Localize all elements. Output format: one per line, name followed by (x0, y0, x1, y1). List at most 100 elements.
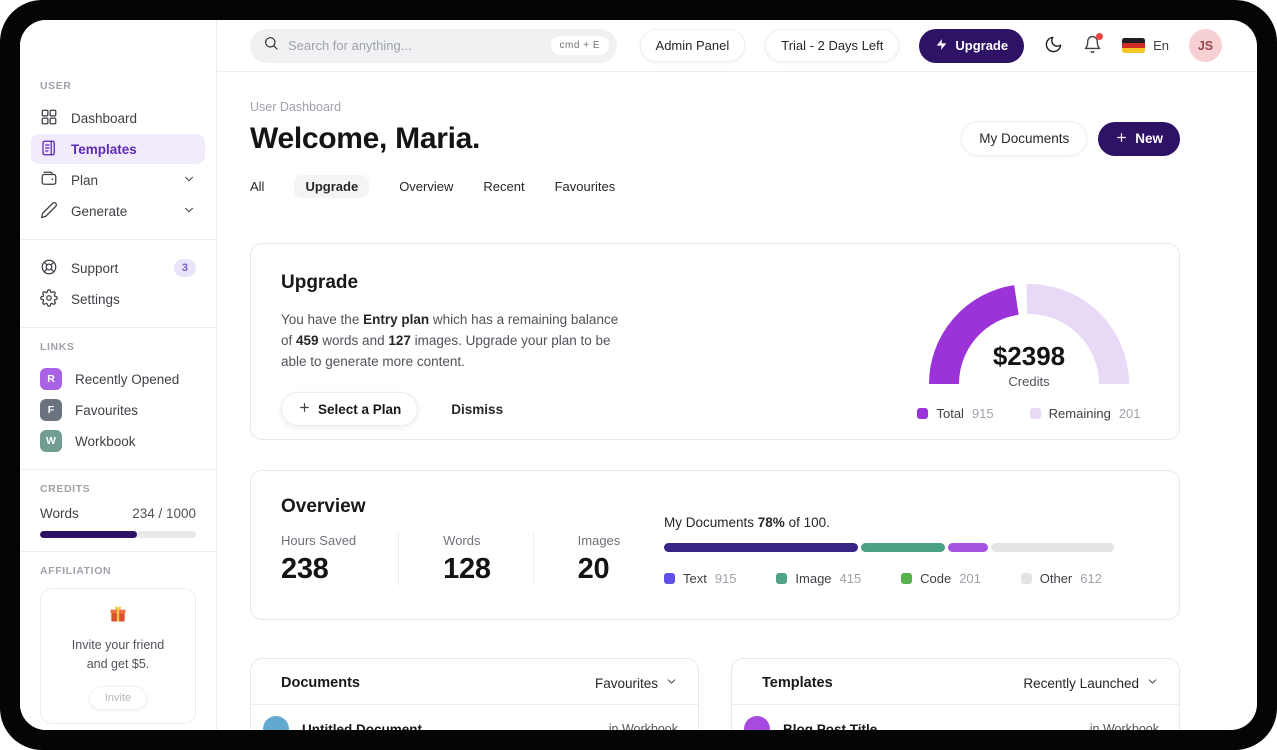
search-input[interactable] (288, 38, 542, 53)
new-button[interactable]: New (1098, 121, 1180, 156)
links-section-label: LINKS (40, 341, 75, 353)
sidebar-item-generate[interactable]: Generate (31, 196, 205, 226)
sidebar-link-workbook[interactable]: W Workbook (31, 426, 205, 456)
upgrade-card: Upgrade You have the Entry plan which ha… (250, 243, 1180, 440)
sidebar-item-label: Dashboard (71, 110, 138, 126)
gauge-value: $2398 (992, 341, 1066, 371)
gear-icon (40, 288, 58, 310)
credits-section-label: CREDITS (40, 483, 91, 495)
credits-gauge: $2398 Credits Total 915 Remaining 201 (917, 272, 1141, 439)
lifebuoy-icon (40, 258, 58, 279)
sidebar-divider (20, 469, 216, 470)
sidebar-item-settings[interactable]: Settings (31, 284, 205, 314)
dark-mode-toggle[interactable] (1044, 35, 1063, 57)
germany-flag-icon (1122, 38, 1146, 53)
tab-favourites[interactable]: Favourites (555, 175, 616, 198)
plus-icon (1115, 131, 1128, 147)
stat-words: Words 128 (398, 533, 533, 586)
credits-progress-fill (40, 531, 137, 538)
select-plan-button[interactable]: Select a Plan (281, 392, 419, 427)
sidebar-item-label: Support (71, 260, 119, 276)
legend-image: Image 415 (776, 571, 861, 586)
credits-words-value: 234 / 1000 (132, 506, 196, 521)
bar-segment-other (990, 543, 1115, 552)
tab-recent[interactable]: Recent (483, 175, 524, 198)
legend-other: Other 612 (1020, 571, 1102, 586)
template-row[interactable]: Blog Post Title in Workbook (732, 705, 1179, 730)
document-avatar (263, 716, 289, 730)
search-bar[interactable]: cmd + E (250, 28, 617, 63)
sidebar-divider (20, 327, 216, 328)
sidebar-item-label: Settings (71, 291, 120, 307)
user-avatar[interactable]: JS (1189, 29, 1222, 62)
credits-words-label: Words (40, 506, 79, 521)
legend-dot (1020, 573, 1032, 584)
template-location: in Workbook (1089, 722, 1159, 730)
breadcrumb: User Dashboard (250, 100, 342, 114)
legend-dot (917, 408, 929, 419)
legend-dot (1029, 408, 1041, 419)
gift-icon (108, 606, 128, 628)
page-content: User Dashboard Welcome, Maria. My Docume… (217, 72, 1257, 730)
upgrade-button[interactable]: Upgrade (919, 28, 1025, 63)
filter-tabs: All Upgrade Overview Recent Favourites (250, 175, 1180, 198)
tab-overview[interactable]: Overview (399, 175, 453, 198)
notifications-button[interactable] (1083, 32, 1104, 57)
legend-dot (901, 573, 913, 584)
legend-code: Code 201 (901, 571, 981, 586)
upgrade-card-title: Upgrade (281, 272, 359, 293)
documents-progress-label: My Documents 78% of 100. (664, 515, 830, 530)
moon-icon (1044, 35, 1063, 57)
new-button-label: New (1135, 131, 1163, 146)
plus-icon (298, 401, 311, 417)
trial-status-badge[interactable]: Trial - 2 Days Left (765, 29, 900, 62)
my-documents-button[interactable]: My Documents (961, 121, 1088, 156)
language-label: En (1153, 38, 1169, 53)
tab-upgrade[interactable]: Upgrade (294, 175, 370, 198)
user-section-label: USER (40, 80, 72, 92)
documents-progress: My Documents 78% of 100. Text 915 Image 41… (664, 496, 1115, 619)
chevron-down-icon (182, 203, 196, 220)
sidebar-item-support[interactable]: Support 3 (31, 253, 205, 283)
tab-all[interactable]: All (250, 175, 264, 198)
search-shortcut-badge: cmd + E (550, 36, 609, 55)
window-frame: USER Dashboard Templates Plan Generate S… (0, 0, 1277, 750)
zap-icon (935, 38, 948, 54)
overview-card-title: Overview (281, 496, 366, 517)
stat-images: Images 20 (532, 533, 663, 586)
sidebar-divider (20, 239, 216, 240)
affiliation-text-line1: Invite your friend (71, 638, 165, 652)
documents-card-title: Documents (281, 675, 360, 691)
upgrade-card-text: You have the Entry plan which has a rema… (281, 312, 619, 370)
admin-panel-button[interactable]: Admin Panel (639, 29, 746, 62)
template-avatar (744, 716, 770, 730)
chevron-down-icon (665, 675, 678, 691)
templates-filter-dropdown[interactable]: Recently Launched (1023, 675, 1159, 691)
sidebar-item-dashboard[interactable]: Dashboard (31, 103, 205, 133)
stat-hours-saved: Hours Saved 238 (281, 533, 357, 585)
affiliation-section-label: AFFILIATION (40, 565, 112, 577)
documents-filter-dropdown[interactable]: Favourites (595, 675, 678, 691)
bar-segment-image (861, 543, 945, 552)
template-title: Blog Post Title (783, 721, 878, 731)
credits-progress-track (40, 531, 196, 538)
legend-dot (776, 573, 788, 584)
templates-card-title: Templates (762, 675, 833, 691)
wallet-icon (40, 170, 58, 191)
page-title: Welcome, Maria. (250, 121, 481, 155)
app-window: USER Dashboard Templates Plan Generate S… (20, 20, 1257, 730)
sidebar-item-templates[interactable]: Templates (31, 134, 205, 164)
dismiss-button[interactable]: Dismiss (451, 402, 503, 417)
sidebar-link-favourites[interactable]: F Favourites (31, 395, 205, 425)
bar-segment-code (947, 543, 988, 552)
language-selector[interactable]: En (1122, 38, 1169, 53)
chevron-down-icon (182, 172, 196, 189)
document-row[interactable]: Untitled Document in Workbook (251, 705, 698, 730)
main-area: cmd + E Admin Panel Trial - 2 Days Left … (217, 20, 1257, 730)
bar-segment-text (664, 543, 859, 552)
invite-button[interactable]: Invite (88, 685, 148, 710)
sidebar-link-recently-opened[interactable]: R Recently Opened (31, 364, 205, 394)
dashboard-grid-icon (40, 108, 58, 129)
chevron-down-icon (1146, 675, 1159, 691)
sidebar-item-plan[interactable]: Plan (31, 165, 205, 195)
